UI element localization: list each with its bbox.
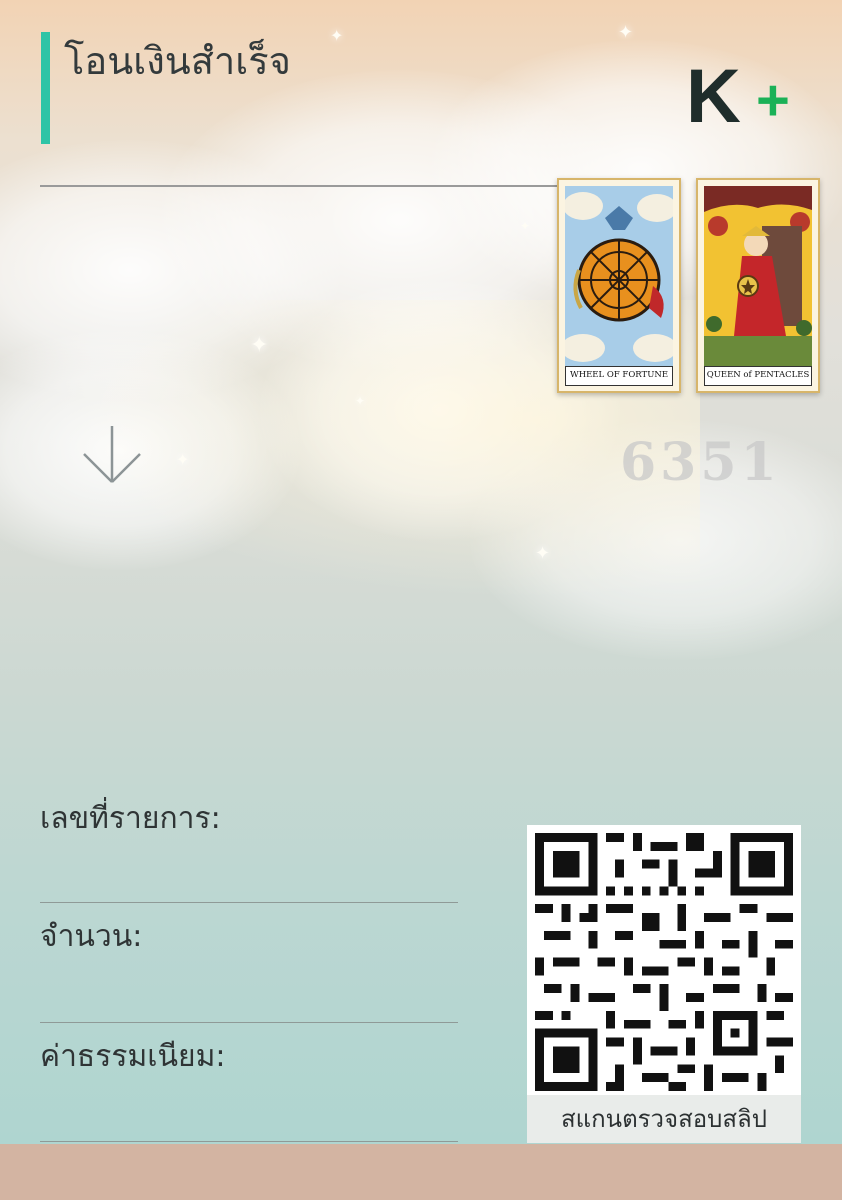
qr-caption: สแกนตรวจสอบสลิป	[527, 1095, 801, 1143]
bottom-bar	[0, 1144, 842, 1200]
card-caption: QUEEN of PENTACLES	[704, 366, 812, 386]
fee-divider	[40, 1141, 458, 1142]
tarot-card-wheel-of-fortune: WHEEL OF FORTUNE	[557, 178, 681, 393]
arrow-down-icon	[83, 426, 141, 483]
qr-code[interactable]	[527, 825, 801, 1095]
tarot-card-queen-of-pentacles: QUEEN of PENTACLES	[696, 178, 820, 393]
header-divider	[40, 185, 600, 187]
reference-number-label: เลขที่รายการ:	[40, 801, 221, 836]
reference-number-divider	[40, 902, 458, 903]
wheel-of-fortune-image	[565, 186, 673, 366]
kplus-logo: K +	[686, 58, 790, 128]
accent-bar	[41, 32, 50, 144]
page-title: โอนเงินสำเร็จ	[64, 39, 291, 83]
amount-divider	[40, 1022, 458, 1023]
queen-of-pentacles-image	[704, 186, 812, 366]
transfer-slip: ✦ ✦ ✦ ✦ ✦ ✦ ✦ โอนเงินสำเร็จ K + WHEEL OF…	[0, 0, 842, 1200]
logo-plus: +	[756, 68, 790, 128]
fee-label: ค่าธรรมเนียม:	[40, 1039, 226, 1074]
logo-letter: K	[686, 58, 741, 128]
watermark-number: 6351	[620, 432, 781, 493]
card-caption: WHEEL OF FORTUNE	[565, 366, 673, 386]
amount-label: จำนวน:	[40, 919, 143, 954]
qr-code-icon	[535, 833, 793, 1091]
